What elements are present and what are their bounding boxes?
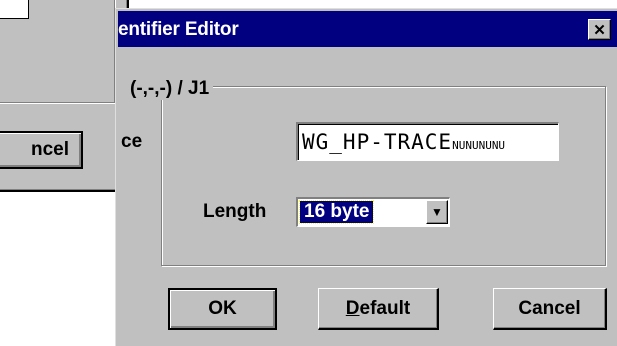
close-icon: ✕	[593, 21, 606, 39]
dropdown-arrow-button[interactable]: ▼	[426, 200, 448, 224]
trace-value: WG_HP-TRACE	[302, 130, 453, 154]
default-label: Default	[345, 297, 411, 319]
cancel-button[interactable]: Cancel	[493, 288, 607, 330]
trace-padding: NUNUNUNU	[452, 139, 506, 152]
title-bar[interactable]: entifier Editor ✕	[118, 11, 617, 47]
background-cancel-label: ncel	[30, 139, 69, 160]
cancel-label: Cancel	[518, 297, 581, 319]
identifier-groupbox	[161, 86, 606, 266]
background-cancel-button[interactable]: ncel	[0, 131, 83, 169]
group-label: (-,-,-) / J1	[126, 78, 214, 100]
close-button[interactable]: ✕	[588, 19, 611, 40]
identifier-editor-dialog: entifier Editor ✕ (-,-,-) / J1 ce WG_HP-…	[115, 8, 617, 346]
length-selected-value: 16 byte	[298, 200, 375, 224]
length-label: Length	[203, 201, 267, 222]
length-select[interactable]: 16 byte ▼	[296, 197, 450, 227]
trace-label: ce	[121, 131, 143, 152]
trace-input[interactable]: WG_HP-TRACENUNUNUNU	[296, 122, 559, 161]
ok-label: OK	[208, 298, 237, 319]
default-button[interactable]: Default	[318, 288, 439, 330]
dialog-title: entifier Editor	[118, 19, 239, 40]
ok-button[interactable]: OK	[168, 288, 277, 330]
background-field[interactable]	[0, 0, 29, 19]
chevron-down-icon: ▼	[431, 205, 443, 219]
